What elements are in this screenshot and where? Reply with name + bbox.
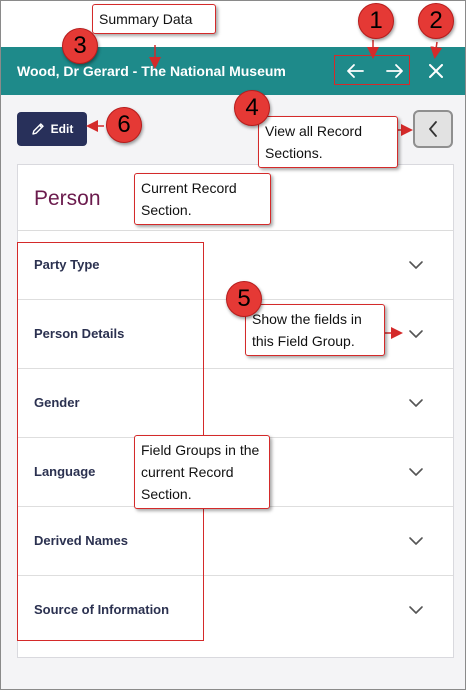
field-group-label: Party Type bbox=[34, 257, 100, 272]
annotation-badge-5: 5 bbox=[226, 281, 262, 317]
annotation-badge-1: 1 bbox=[358, 3, 394, 39]
chevron-down-icon[interactable] bbox=[408, 535, 424, 547]
edit-button[interactable]: Edit bbox=[17, 112, 87, 146]
annotation-badge-6: 6 bbox=[106, 107, 142, 143]
callout-show-fields: Show the fields in this Field Group. bbox=[245, 304, 385, 356]
pencil-icon bbox=[31, 123, 44, 135]
callout-current-section: Current Record Section. bbox=[134, 173, 271, 225]
arrow-left-icon bbox=[347, 64, 364, 78]
view-record-sections-button[interactable] bbox=[413, 110, 453, 148]
arrow-right-icon bbox=[386, 64, 403, 78]
field-group-derived-names[interactable]: Derived Names bbox=[18, 507, 453, 576]
field-group-label: Derived Names bbox=[34, 533, 128, 548]
close-icon bbox=[429, 64, 443, 78]
chevron-down-icon[interactable] bbox=[408, 397, 424, 409]
previous-record-button[interactable] bbox=[341, 59, 369, 83]
chevron-down-icon[interactable] bbox=[408, 259, 424, 271]
annotation-badge-4: 4 bbox=[234, 90, 270, 126]
record-section-title: Person bbox=[34, 187, 101, 210]
chevron-down-icon[interactable] bbox=[408, 328, 424, 340]
annotation-badge-3: 3 bbox=[62, 28, 98, 64]
field-group-label: Person Details bbox=[34, 326, 125, 341]
field-group-label: Language bbox=[34, 464, 96, 479]
next-record-button[interactable] bbox=[381, 59, 409, 83]
callout-summary-data: Summary Data bbox=[92, 4, 216, 34]
field-group-source-of-information[interactable]: Source of Information bbox=[18, 576, 453, 645]
chevron-down-icon[interactable] bbox=[408, 604, 424, 616]
annotation-badge-2: 2 bbox=[418, 3, 454, 39]
record-section-panel: Person Party Type Person Details Gender … bbox=[17, 164, 454, 658]
summary-data-title: Wood, Dr Gerard - The National Museum bbox=[17, 63, 286, 79]
close-button[interactable] bbox=[424, 59, 448, 83]
field-group-gender[interactable]: Gender bbox=[18, 369, 453, 438]
chevron-left-icon bbox=[429, 121, 437, 137]
chevron-down-icon[interactable] bbox=[408, 466, 424, 478]
field-group-label: Source of Information bbox=[34, 602, 170, 617]
callout-field-groups: Field Groups in the current Record Secti… bbox=[134, 435, 270, 509]
edit-label: Edit bbox=[50, 122, 74, 136]
field-group-label: Gender bbox=[34, 395, 80, 410]
callout-view-sections: View all Record Sections. bbox=[258, 116, 398, 168]
